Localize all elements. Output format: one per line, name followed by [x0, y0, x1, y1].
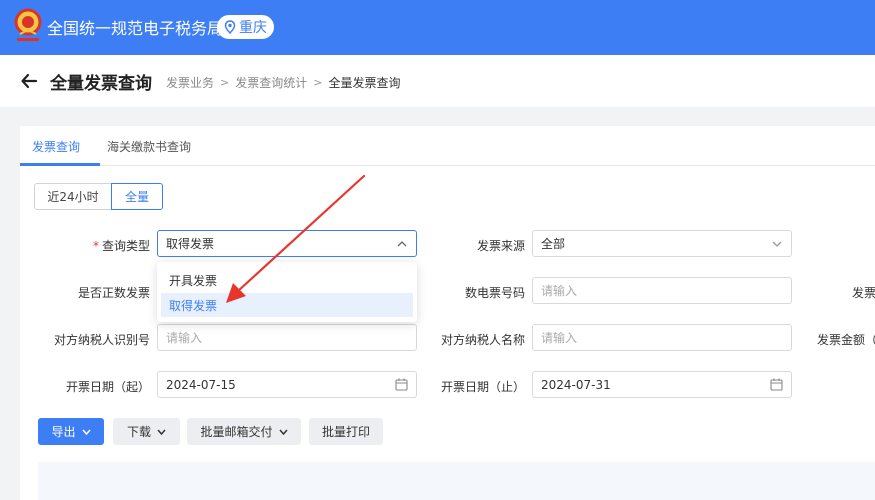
invoice-date-to-label: 开票日期（止） — [440, 380, 525, 394]
location-pin-icon — [224, 20, 236, 34]
digital-invoice-number-placeholder: 请输入 — [541, 284, 578, 298]
invoice-date-to-value: 2024-07-31 — [541, 377, 611, 392]
breadcrumb-separator-icon: > — [220, 76, 230, 89]
results-table-area — [38, 462, 875, 500]
region-label: 重庆 — [239, 20, 267, 36]
chevron-down-icon — [81, 429, 91, 435]
breadcrumb-separator-icon: > — [313, 76, 323, 89]
invoice-source-label: 发票来源 — [476, 239, 525, 253]
chevron-down-icon — [157, 429, 166, 435]
query-type-dropdown: 开具发票 取得发票 — [157, 262, 417, 322]
download-button-label: 下载 — [126, 425, 151, 439]
option-received-invoice[interactable]: 取得发票 — [161, 293, 413, 317]
batch-email-delivery-label: 批量邮箱交付 — [200, 425, 273, 439]
query-type-select[interactable]: 取得发票 — [157, 230, 417, 257]
export-button-label: 导出 — [51, 425, 76, 439]
counterparty-name-label: 对方纳税人名称 — [440, 333, 525, 347]
breadcrumb: 发票业务 > 发票查询统计 > 全量发票查询 — [166, 74, 400, 91]
page-title: 全量发票查询 — [50, 74, 152, 94]
chevron-up-icon — [397, 241, 407, 247]
counterparty-name-placeholder: 请输入 — [541, 331, 578, 345]
batch-email-delivery-button[interactable]: 批量邮箱交付 — [187, 418, 301, 445]
tab-customs-payment-query[interactable]: 海关缴款书查询 — [107, 138, 191, 155]
page-header: 全量发票查询 发票业务 > 发票查询统计 > 全量发票查询 — [0, 55, 875, 107]
counterparty-tax-id-placeholder: 请输入 — [166, 331, 203, 345]
digital-invoice-number-input[interactable]: 请输入 — [532, 277, 792, 304]
invoice-amount-label: 发票金额（ — [817, 333, 875, 347]
calendar-icon — [770, 378, 783, 391]
invoice-status-label: 发票 — [852, 286, 875, 300]
invoice-source-select[interactable]: 全部 — [532, 230, 792, 257]
tab-bar: 发票查询 海关缴款书查询 — [20, 126, 875, 166]
chevron-down-icon — [278, 429, 288, 435]
batch-print-label: 批量打印 — [321, 425, 370, 439]
invoice-date-from-label: 开票日期（起） — [65, 380, 150, 394]
required-mark: * — [92, 239, 99, 253]
tab-invoice-query[interactable]: 发票查询 — [32, 138, 80, 155]
breadcrumb-current: 全量发票查询 — [328, 76, 401, 90]
query-type-value: 取得发票 — [166, 237, 215, 251]
option-issued-invoice[interactable]: 开具发票 — [161, 268, 413, 292]
back-arrow-icon[interactable] — [20, 72, 38, 90]
invoice-date-to-picker[interactable]: 2024-07-31 — [532, 371, 792, 398]
export-button[interactable]: 导出 — [38, 418, 104, 445]
app-title: 全国统一规范电子税务局 — [47, 19, 224, 38]
range-24h-button[interactable]: 近24小时 — [34, 183, 112, 210]
tax-emblem-icon — [14, 8, 42, 41]
chevron-down-icon — [772, 241, 782, 247]
calendar-icon — [395, 378, 408, 391]
digital-invoice-number-label: 数电票号码 — [464, 286, 525, 300]
region-selector[interactable]: 重庆 — [217, 15, 274, 39]
breadcrumb-item[interactable]: 发票查询统计 — [235, 74, 307, 91]
top-bar: 全国统一规范电子税务局 重庆 — [0, 0, 875, 55]
breadcrumb-item[interactable]: 发票业务 — [166, 74, 214, 91]
batch-print-button[interactable]: 批量打印 — [309, 418, 383, 445]
download-button[interactable]: 下载 — [113, 418, 180, 445]
is-positive-invoice-label: 是否正数发票 — [77, 286, 150, 300]
counterparty-tax-id-input[interactable]: 请输入 — [157, 324, 417, 351]
invoice-source-value: 全部 — [541, 237, 566, 251]
counterparty-name-input[interactable]: 请输入 — [532, 324, 792, 351]
active-tab-indicator — [20, 163, 100, 166]
query-type-label: * 查询类型 — [92, 239, 150, 253]
range-all-button[interactable]: 全量 — [111, 183, 163, 210]
invoice-date-from-value: 2024-07-15 — [166, 377, 236, 392]
invoice-date-from-picker[interactable]: 2024-07-15 — [157, 371, 417, 398]
counterparty-tax-id-label: 对方纳税人识别号 — [53, 333, 150, 347]
